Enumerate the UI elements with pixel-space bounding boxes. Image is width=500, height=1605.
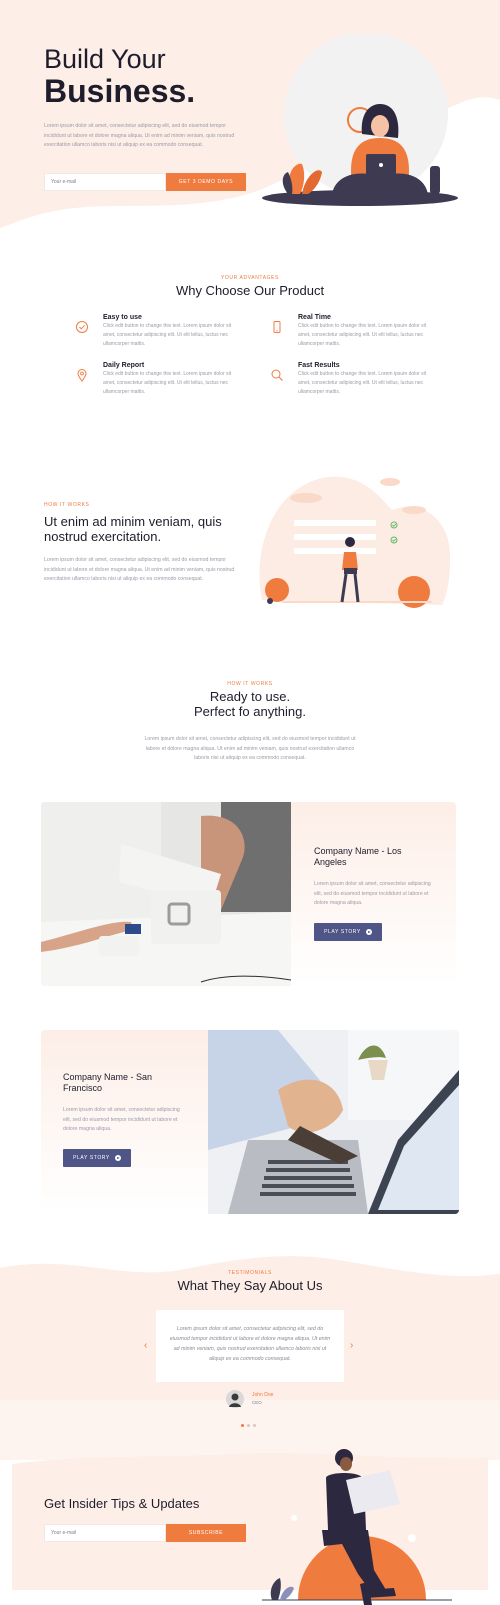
feature-title: Easy to use [103,314,142,321]
newsletter-title: Get Insider Tips & Updates [44,1496,200,1511]
payment-terminal-photo [41,802,291,986]
author-name: John Doe [252,1392,274,1398]
play-icon [365,929,372,935]
how-eyebrow: HOW IT WORKS [44,502,90,508]
feature-text: Click edit button to change this text. L… [103,371,232,395]
feature-text: Click edit button to change this text. L… [298,371,427,395]
feature-text: Click edit button to change this text. L… [298,323,427,347]
how-illustration [259,476,451,608]
newsletter-illustration [262,1449,452,1605]
newsletter-section: Get Insider Tips & Updates Your e-mail S… [0,1440,500,1605]
hero-title-line1: Build Your [44,44,166,74]
testimonials-section: TESTIMONIALS What They Say About Us Lore… [0,1240,500,1460]
testimonials-eyebrow: TESTIMONIALS [228,1270,272,1276]
case-sf-title: Company Name - San Francisco [63,1072,153,1093]
newsletter-email-input[interactable]: Your e-mail [44,1524,166,1542]
hero-title-line2: Business. [44,73,196,109]
how-it-works-section: HOW IT WORKS Ut enim ad minim veniam, qu… [0,470,500,630]
play-story-button[interactable]: PLAY STORY [314,923,382,941]
how-title: Ut enim ad minim veniam, quis nostrud ex… [44,514,222,544]
search-icon [271,369,283,381]
case-sf-text: Lorem ipsum dolor sit amet, consectetur … [63,1107,180,1132]
get-demo-button[interactable]: GET 3 DEMO DAYS [166,173,246,191]
play-story-button[interactable]: PLAY STORY [63,1149,131,1167]
case-la-title: Company Name - Los Angeles [314,846,402,867]
carousel-dot[interactable] [247,1424,250,1427]
ready-title-line1: Ready to use. [209,689,291,704]
phone-icon [273,321,281,333]
advantages-eyebrow: YOUR ADVANTAGES [221,275,279,281]
map-pin-icon [77,369,87,382]
hero-email-input[interactable]: Your e-mail [44,173,166,191]
ready-section: HOW IT WORKS Ready to use. Perfect fo an… [0,678,500,761]
play-story-label: PLAY STORY [324,929,361,935]
feature-text: Click edit button to change this text. L… [103,323,232,347]
author-role: CEO [252,1400,262,1405]
check-circle-icon [76,321,88,333]
hero-title: Build Your Business. [44,44,264,108]
testimonial-card: Lorem ipsum dolor sit amet, consectetur … [156,1310,344,1382]
ready-eyebrow: HOW IT WORKS [227,681,273,687]
feature-item: Daily Report Click edit button to change… [75,362,235,402]
subscribe-button[interactable]: SUBSCRIBE [166,1524,246,1542]
carousel-dot[interactable] [253,1424,256,1427]
laptop-photo [208,1030,459,1214]
carousel-dots [241,1424,261,1428]
feature-title: Real Time [298,314,331,321]
feature-title: Fast Results [298,362,340,369]
testimonial-next-arrow[interactable]: › [350,1340,353,1351]
testimonial-quote: Lorem ipsum dolor sit amet, consectetur … [169,1326,331,1362]
advantages-section: YOUR ADVANTAGES Why Choose Our Product E… [0,260,500,420]
hero-text: Lorem ipsum dolor sit amet, consectetur … [44,123,235,148]
carousel-dot-active[interactable] [241,1424,244,1427]
play-story-label: PLAY STORY [73,1155,110,1161]
case-card-los-angeles: Company Name - Los Angeles Lorem ipsum d… [41,802,456,986]
testimonials-title: What They Say About Us [177,1278,323,1293]
hero-illustration [262,34,458,206]
case-card-san-francisco: Company Name - San Francisco Lorem ipsum… [41,1030,459,1214]
feature-item: Fast Results Click edit button to change… [270,362,430,402]
case-la-text: Lorem ipsum dolor sit amet, consectetur … [314,881,431,906]
feature-item: Real Time Click edit button to change th… [270,314,430,354]
advantages-title: Why Choose Our Product [175,283,325,298]
hero-section: Build Your Business. Lorem ipsum dolor s… [0,0,500,240]
testimonial-prev-arrow[interactable]: ‹ [144,1340,147,1351]
how-text: Lorem ipsum dolor sit amet, consectetur … [44,557,235,582]
ready-title-line2: Perfect fo anything. [193,704,306,719]
avatar [226,1390,244,1408]
play-icon [114,1155,121,1161]
feature-item: Easy to use Click edit button to change … [75,314,235,354]
feature-title: Daily Report [103,362,145,369]
ready-text: Lorem ipsum dolor sit amet, consectetur … [144,736,356,761]
